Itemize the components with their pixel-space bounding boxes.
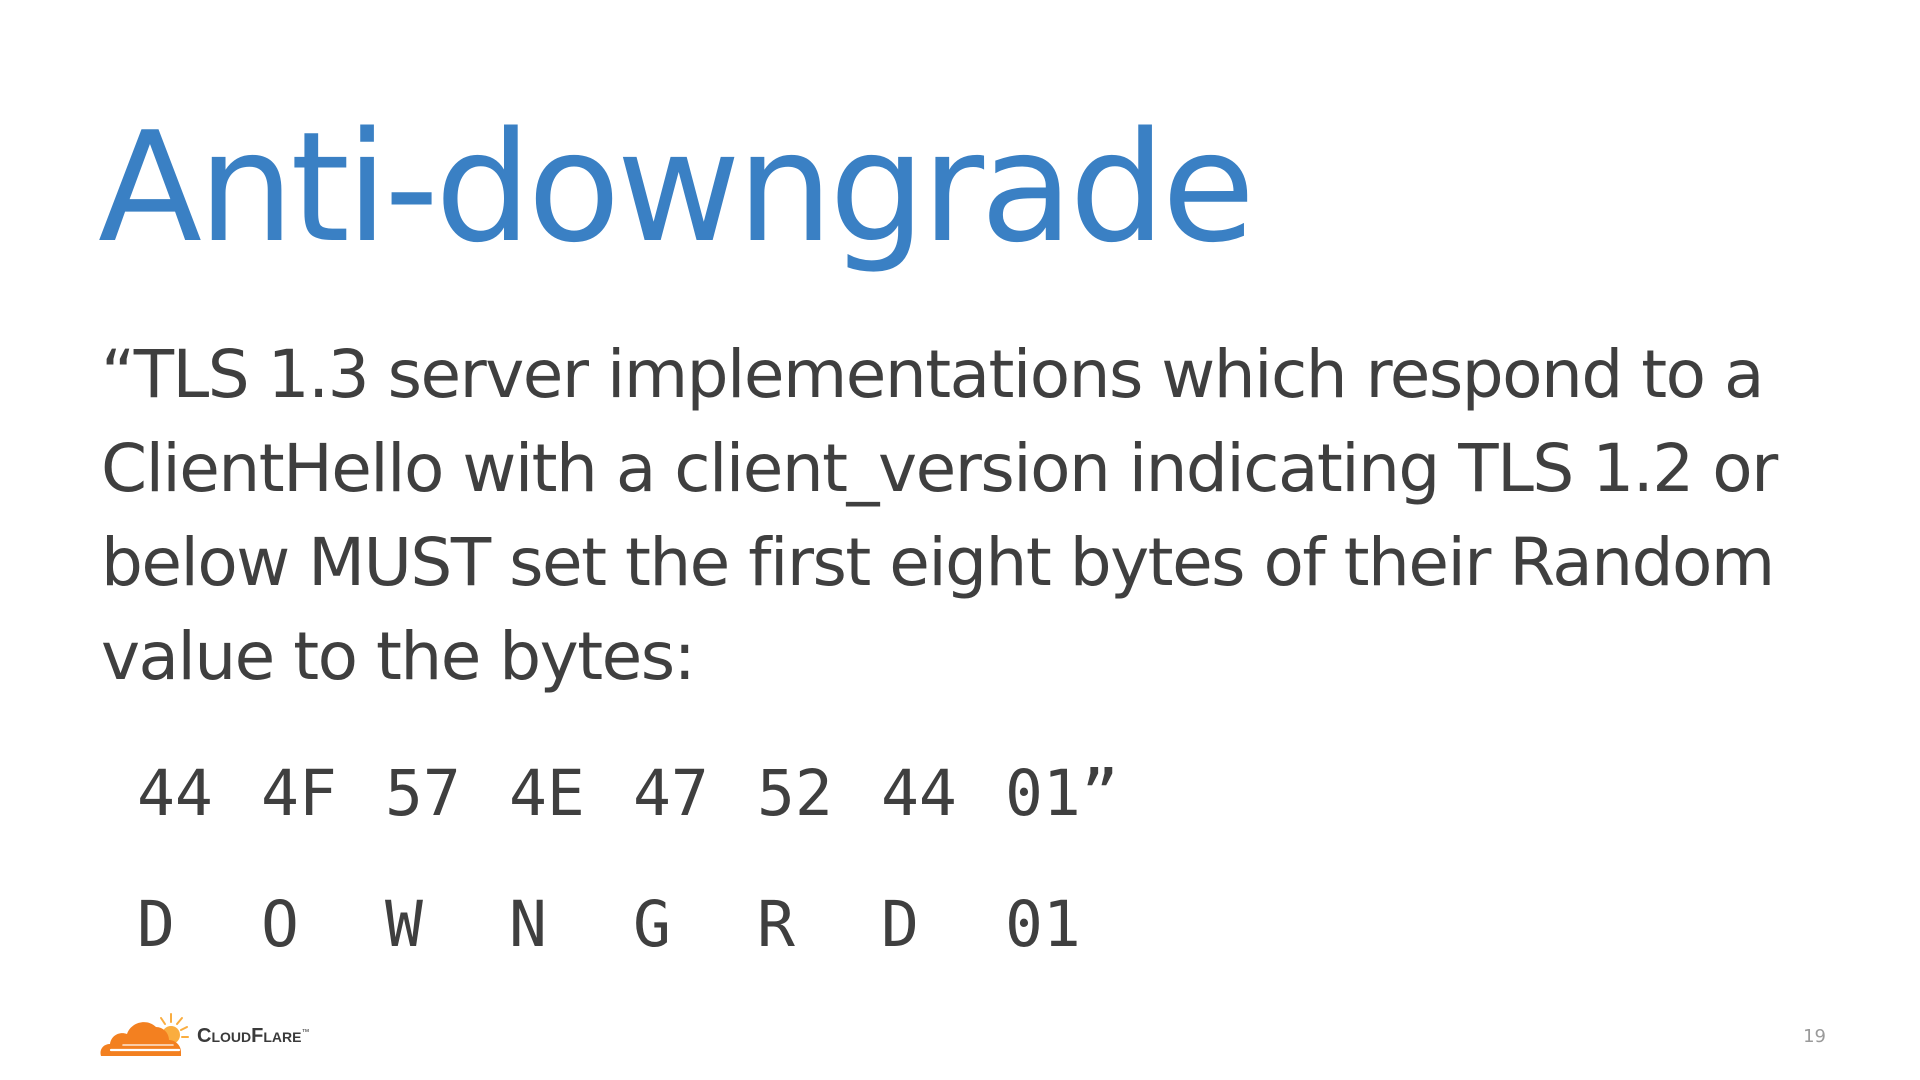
ascii-char: 01 bbox=[1005, 888, 1081, 961]
cloudflare-cloud-icon bbox=[100, 1013, 189, 1056]
ascii-char: D bbox=[881, 888, 919, 961]
quote-line: value to the bytes: bbox=[101, 618, 696, 695]
ascii-char: N bbox=[509, 888, 547, 961]
hex-byte: 47 bbox=[633, 757, 709, 830]
cloudflare-logo: CloudFlare™ bbox=[97, 1010, 309, 1058]
quote-line: below MUST set the first eight bytes of … bbox=[101, 524, 1775, 601]
ascii-char: R bbox=[757, 888, 795, 961]
hex-bytes-row: 44 4F 57 4E 47 52 44 01” bbox=[137, 762, 1129, 825]
hex-byte: 01” bbox=[1005, 757, 1119, 830]
hex-byte: 44 bbox=[137, 757, 213, 830]
ascii-char: G bbox=[633, 888, 671, 961]
quote-text: “TLS 1.3 server implementations which re… bbox=[101, 328, 1861, 704]
hex-byte: 57 bbox=[385, 757, 461, 830]
ascii-char: W bbox=[385, 888, 423, 961]
logo-text: CloudFlare bbox=[197, 1025, 302, 1047]
ascii-char: O bbox=[261, 888, 299, 961]
logo-wordmark: CloudFlare™ bbox=[197, 1025, 309, 1048]
hex-byte: 4F bbox=[261, 757, 337, 830]
quote-line: “TLS 1.3 server implementations which re… bbox=[101, 336, 1764, 413]
slide: Anti-downgrade “TLS 1.3 server implement… bbox=[0, 0, 1920, 1080]
slide-title: Anti-downgrade bbox=[98, 99, 1255, 276]
hex-byte: 44 bbox=[881, 757, 957, 830]
ascii-chars-row: D O W N G R D 01 bbox=[137, 893, 1129, 956]
ascii-char: D bbox=[137, 888, 175, 961]
hex-byte: 52 bbox=[757, 757, 833, 830]
quote-line: ClientHello with a client_version indica… bbox=[101, 430, 1778, 507]
logo-trademark: ™ bbox=[301, 1027, 310, 1037]
page-number: 19 bbox=[1803, 1026, 1826, 1047]
hex-byte: 4E bbox=[509, 757, 585, 830]
